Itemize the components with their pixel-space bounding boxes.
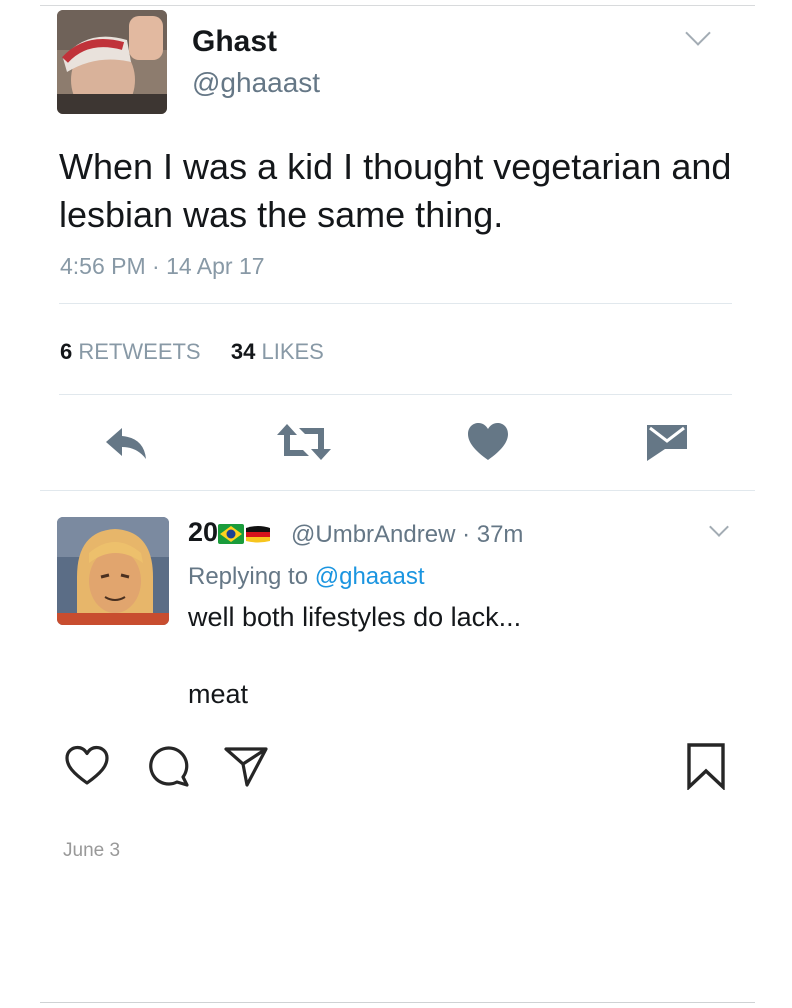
reply-text-line: meat: [188, 679, 249, 709]
tweet-stats: 6 RETWEETS 34 LIKES: [60, 339, 324, 365]
comment-icon[interactable]: [146, 744, 192, 793]
reply-text-line: well both lifestyles do lack...: [188, 602, 522, 632]
heart-icon[interactable]: [466, 422, 510, 467]
tweet-text-line: lesbian was the same thing.: [59, 194, 504, 235]
direct-message-icon[interactable]: [645, 423, 689, 468]
avatar[interactable]: [57, 10, 167, 114]
tweet-timestamp[interactable]: 4:56 PM · 14 Apr 17: [60, 253, 265, 280]
divider: [59, 303, 732, 304]
reply-name-text[interactable]: 20: [188, 517, 218, 547]
display-name[interactable]: Ghast: [192, 25, 277, 59]
reply-handle-time[interactable]: @UmbrAndrew · 37m: [291, 521, 523, 549]
replying-to: Replying to @ghaaast: [188, 563, 425, 591]
divider: [40, 490, 755, 491]
post-date: June 3: [63, 840, 121, 861]
bookmark-icon[interactable]: [686, 742, 726, 795]
avatar[interactable]: [57, 517, 169, 625]
retweet-count[interactable]: 6: [60, 339, 72, 364]
like-label[interactable]: LIKES: [261, 339, 323, 364]
like-count[interactable]: 34: [231, 339, 255, 364]
reply-display-name[interactable]: 20: [188, 517, 272, 551]
retweet-icon[interactable]: [275, 422, 333, 467]
reply-icon[interactable]: [104, 424, 150, 467]
replying-prefix: Replying to: [188, 563, 309, 590]
tweet-text: When I was a kid I thought vegetarian an…: [59, 143, 749, 239]
divider: [59, 394, 732, 395]
share-icon[interactable]: [223, 743, 269, 794]
top-divider: [40, 5, 755, 6]
tweet-text-line: When I was a kid I thought vegetarian an…: [59, 146, 732, 187]
brazil-flag-icon: [218, 520, 245, 551]
bottom-divider: [40, 1002, 755, 1003]
retweet-label[interactable]: RETWEETS: [78, 339, 200, 364]
germany-flag-icon: [244, 520, 272, 551]
heart-outline-icon[interactable]: [64, 745, 110, 792]
user-handle[interactable]: @ghaaast: [192, 67, 320, 99]
replying-to-link[interactable]: @ghaaast: [315, 563, 425, 590]
